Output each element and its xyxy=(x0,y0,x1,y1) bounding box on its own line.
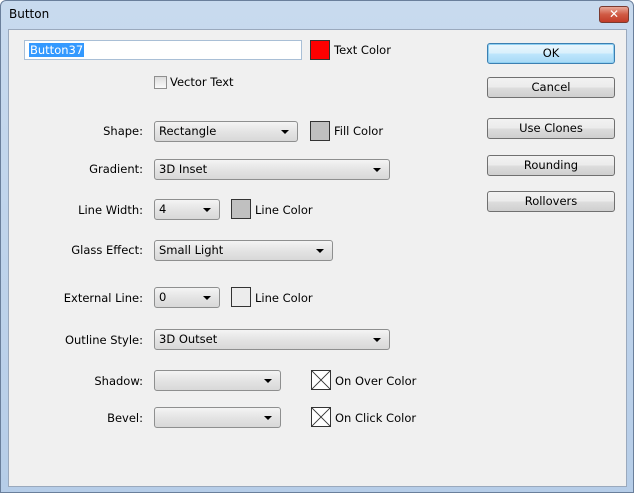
window-title: Button xyxy=(9,7,50,21)
close-icon: ✕ xyxy=(608,7,620,21)
line-width-label: Line Width: xyxy=(78,203,143,217)
fill-color-label: Fill Color xyxy=(334,124,384,138)
gradient-select[interactable]: 3D Inset xyxy=(154,159,390,180)
on-over-color-swatch[interactable] xyxy=(311,370,331,390)
shape-select[interactable]: Rectangle xyxy=(154,121,298,142)
shadow-select[interactable] xyxy=(154,370,281,391)
outline-style-label: Outline Style: xyxy=(64,333,143,347)
fill-color-swatch[interactable] xyxy=(310,121,330,141)
ok-button[interactable]: OK xyxy=(487,43,615,64)
glass-effect-label: Glass Effect: xyxy=(71,243,143,257)
use-clones-button[interactable]: Use Clones xyxy=(487,118,615,139)
glass-effect-select[interactable]: Small Light xyxy=(154,240,333,261)
name-input[interactable]: Button37 xyxy=(24,40,302,60)
bevel-select[interactable] xyxy=(154,407,281,428)
rounding-button[interactable]: Rounding xyxy=(487,155,615,176)
on-over-color-label: On Over Color xyxy=(335,374,417,388)
external-line-color-label: Line Color xyxy=(255,291,313,305)
shadow-label: Shadow: xyxy=(94,374,143,388)
text-color-swatch[interactable] xyxy=(310,40,330,60)
outline-style-select[interactable]: 3D Outset xyxy=(154,329,390,350)
external-line-select[interactable]: 0 xyxy=(154,287,220,308)
dialog-window: Button ✕ Button37 Text Color Vector Text… xyxy=(0,0,634,493)
vector-text-label: Vector Text xyxy=(170,75,234,89)
gradient-label: Gradient: xyxy=(89,162,143,176)
text-color-label: Text Color xyxy=(334,43,391,57)
external-line-label: External Line: xyxy=(63,291,143,305)
shape-label: Shape: xyxy=(103,124,143,138)
cancel-button[interactable]: Cancel xyxy=(487,77,615,98)
line-color-swatch[interactable] xyxy=(231,199,251,219)
bevel-label: Bevel: xyxy=(107,411,143,425)
on-click-color-label: On Click Color xyxy=(335,411,417,425)
vector-text-checkbox[interactable] xyxy=(154,76,167,89)
dialog-body: Button37 Text Color Vector Text Shape: R… xyxy=(8,29,627,487)
line-color-label: Line Color xyxy=(255,203,313,217)
rollovers-button[interactable]: Rollovers xyxy=(487,191,615,212)
external-line-color-swatch[interactable] xyxy=(231,287,251,307)
line-width-select[interactable]: 4 xyxy=(154,199,220,220)
on-click-color-swatch[interactable] xyxy=(311,407,331,427)
close-button[interactable]: ✕ xyxy=(599,6,629,23)
